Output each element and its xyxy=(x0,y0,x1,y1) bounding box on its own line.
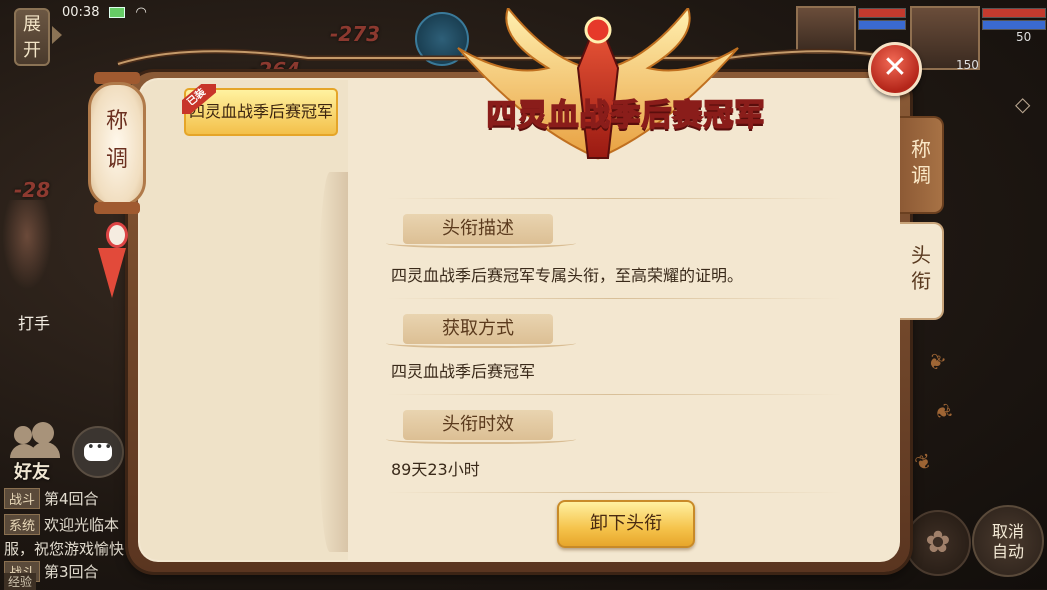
battery-icon xyxy=(109,6,126,18)
chat-line: 系统 欢迎光临本 xyxy=(4,514,119,535)
cloud-ornament xyxy=(386,336,576,348)
divider xyxy=(386,492,842,493)
player-name: 打手 xyxy=(18,314,51,333)
exp-label: 经验 xyxy=(4,573,37,590)
lantern-text: 称调 xyxy=(106,109,129,172)
npc-character xyxy=(2,200,52,290)
tab-header-title[interactable]: 头衔 xyxy=(900,222,944,320)
pet-hp-bar xyxy=(858,8,906,18)
lantern-label: 称调 xyxy=(88,82,146,207)
pet-mp-bar xyxy=(858,20,906,30)
tassel-icon xyxy=(98,248,126,298)
chat-line: 服，祝您游戏愉快 xyxy=(4,538,124,559)
close-x-icon: ✕ xyxy=(882,50,908,85)
friends-label[interactable]: 好友 xyxy=(14,458,50,484)
chat-text: 第4回合 xyxy=(44,490,99,508)
pet-level: 50 xyxy=(1016,30,1032,44)
tab-label: 称调 xyxy=(911,137,931,187)
chat-text: 欢迎光临本 xyxy=(44,516,120,534)
tab-title-name[interactable]: 称调 xyxy=(900,116,944,214)
close-button[interactable]: ✕ xyxy=(868,42,922,96)
list-divider-shadow xyxy=(318,172,348,552)
chat-text: 第3回合 xyxy=(44,563,99,581)
equipped-badge: 已装 xyxy=(182,84,216,114)
status-time: 00:38 xyxy=(62,4,100,20)
tab-label: 头衔 xyxy=(911,243,931,293)
auto-button-line2: 自动 xyxy=(991,542,1024,561)
chat-text: 服，祝您游戏愉快 xyxy=(4,540,125,558)
expand-arrow-icon xyxy=(52,26,62,44)
divider xyxy=(386,394,842,395)
pet-command-icon[interactable]: ✿ xyxy=(905,510,971,576)
divider xyxy=(386,198,842,199)
player-level: 150 xyxy=(956,58,979,72)
title-list-panel xyxy=(140,80,348,560)
player-mp-bar xyxy=(982,20,1046,30)
chat-channel-tag: 战斗 xyxy=(4,488,41,509)
player-hp-bar xyxy=(982,8,1046,18)
chat-channel-tag: 系统 xyxy=(4,514,41,535)
banner-title: 四灵血战季后赛冠军 xyxy=(486,97,766,134)
auto-button-line1: 取消 xyxy=(991,522,1024,541)
equipped-badge-text: 已装 xyxy=(182,84,216,114)
expand-button[interactable]: 展开 xyxy=(14,8,50,66)
lantern-base xyxy=(94,202,140,214)
title-dialog: 称调 四灵血战季后赛冠军 已装 四灵血战季后赛冠军 ✕ 称调 头衔 头衔描述 四… xyxy=(88,8,944,572)
unequip-title-button[interactable]: 卸下头衔 xyxy=(557,500,695,548)
cloud-ornament xyxy=(386,236,576,248)
lantern-knot-icon xyxy=(106,222,128,248)
status-bar: 00:38 ◠ xyxy=(62,3,147,21)
obtain-text: 四灵血战季后赛冠军 xyxy=(391,362,536,381)
duration-text: 89天23小时 xyxy=(391,460,480,479)
collapse-right-icon[interactable]: ◇ xyxy=(1015,92,1035,116)
cancel-auto-button[interactable]: 取消 自动 xyxy=(972,505,1044,577)
chat-line: 战斗 第4回合 xyxy=(4,488,99,509)
chat-bubble-icon[interactable] xyxy=(72,426,124,478)
divider xyxy=(386,298,842,299)
wifi-icon: ◠ xyxy=(135,4,147,20)
description-text: 四灵血战季后赛冠军专属头衔，至高荣耀的证明。 xyxy=(391,266,744,285)
friends-icon[interactable] xyxy=(10,420,60,460)
cloud-ornament xyxy=(386,432,576,444)
damage-number: -28 xyxy=(14,178,51,202)
banner-emblem-icon xyxy=(457,8,739,160)
